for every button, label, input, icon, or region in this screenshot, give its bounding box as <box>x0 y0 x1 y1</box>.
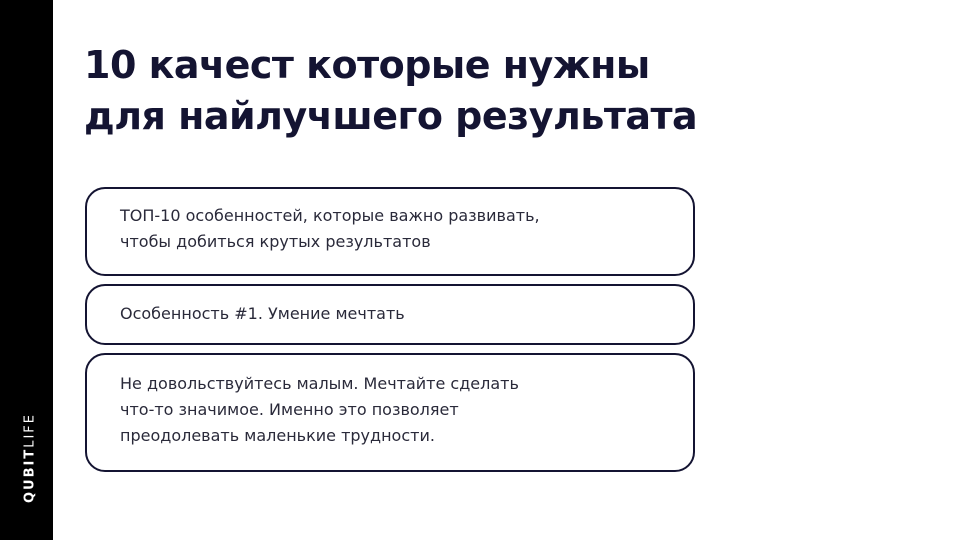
feature-description-line-1: Не довольствуйтесь малым. Мечтайте сдела… <box>120 374 519 393</box>
feature-heading-card: Особенность #1. Умение мечтать <box>85 284 695 345</box>
brand-logo-light: LIFE <box>22 412 38 448</box>
feature-description-line-2: что-то значимое. Именно это позволяет <box>120 400 459 419</box>
feature-heading-text: Особенность #1. Умение мечтать <box>120 304 405 323</box>
intro-card-line-2: чтобы добиться крутых результатов <box>120 232 431 251</box>
intro-card: ТОП-10 особенностей, которые важно разви… <box>85 187 695 276</box>
slide-title-line-2: для найлучшего результата <box>84 94 698 138</box>
feature-description-line-3: преодолевать маленькие трудности. <box>120 426 435 445</box>
slide-title: 10 качест которые нужны для найлучшего р… <box>84 40 724 142</box>
brand-logo-bold: QUBIT <box>22 447 38 504</box>
feature-description-card: Не довольствуйтесь малым. Мечтайте сдела… <box>85 353 695 472</box>
slide-title-line-1: 10 качест которые нужны <box>84 43 650 87</box>
brand-sidebar: QUBITLIFE <box>0 0 53 540</box>
intro-card-line-1: ТОП-10 особенностей, которые важно разви… <box>120 206 540 225</box>
brand-logo: QUBITLIFE <box>22 412 38 504</box>
